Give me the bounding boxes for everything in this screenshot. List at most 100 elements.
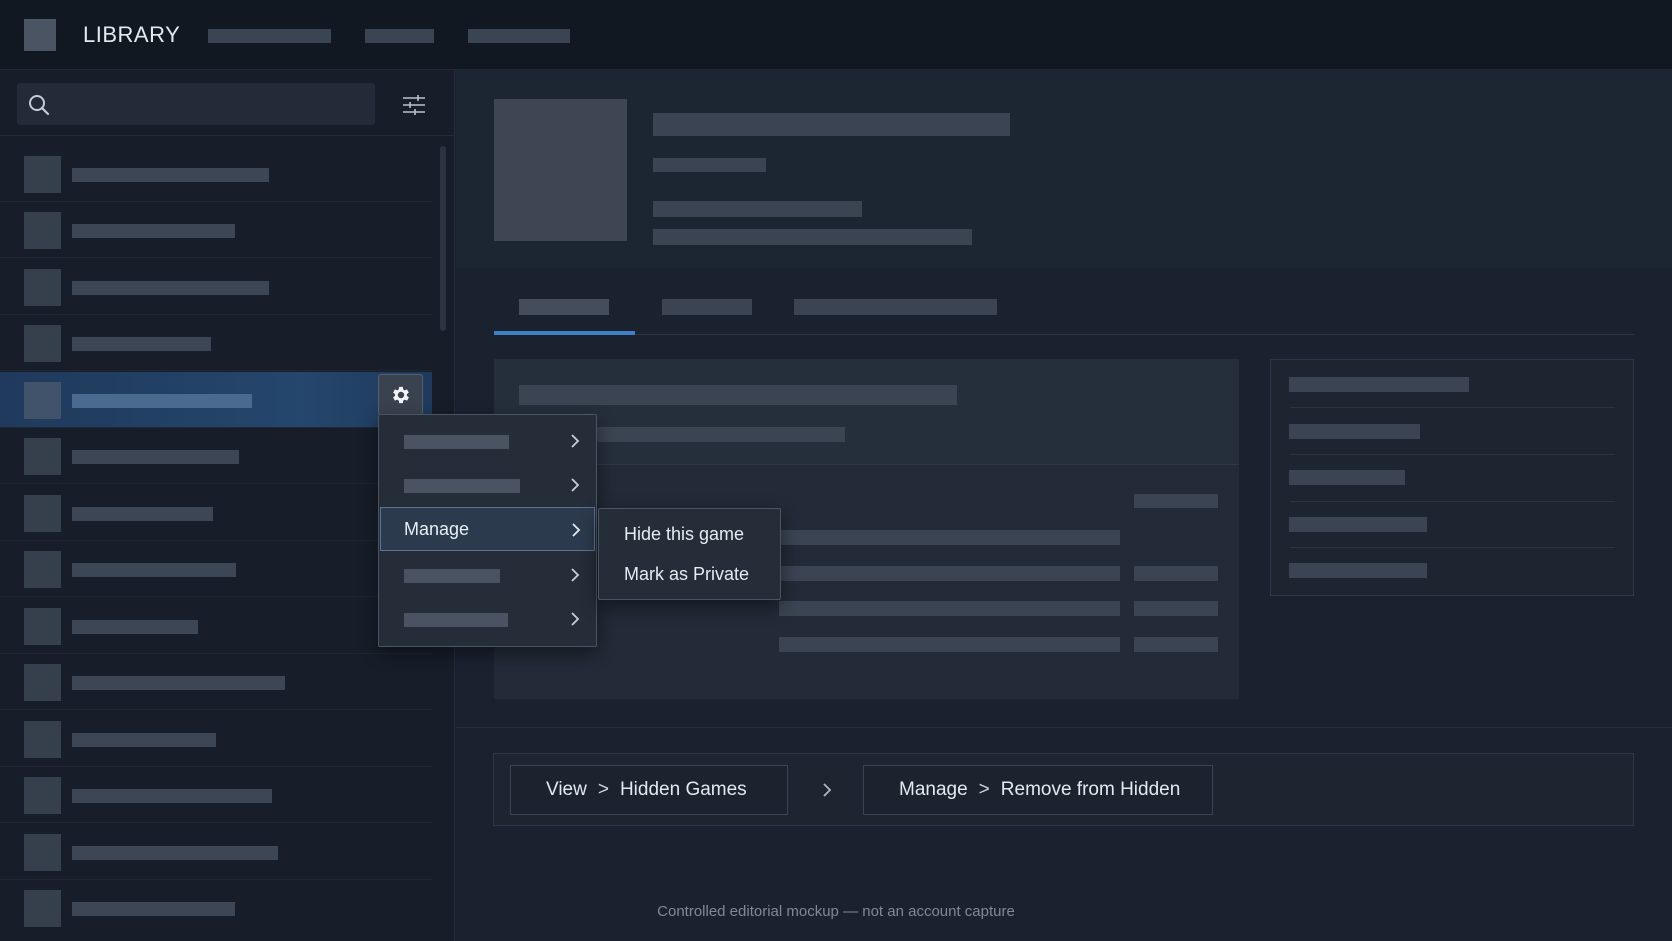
game-cover-image: [494, 99, 627, 241]
game-thumbnail: [24, 156, 61, 193]
filter-icon[interactable]: [401, 92, 427, 118]
panel-heading-placeholder: [519, 385, 957, 405]
game-meta-placeholder: [653, 158, 766, 172]
view-hidden-games-step[interactable]: View > Hidden Games: [510, 765, 788, 815]
menu-item-label: Manage: [404, 519, 470, 539]
game-title-placeholder: [72, 337, 211, 351]
disclaimer-caption: Controlled editorial mockup — not an acc…: [657, 903, 1015, 920]
side-row-placeholder: [1289, 517, 1427, 532]
game-row[interactable]: [0, 824, 432, 880]
context-menu-item-manage[interactable]: Manage: [380, 507, 595, 551]
game-thumbnail: [24, 777, 61, 814]
value-placeholder: [1134, 637, 1218, 652]
game-title-placeholder: [72, 846, 278, 860]
game-thumbnail: [24, 495, 61, 532]
search-icon: [29, 95, 50, 116]
breadcrumb-part: View: [546, 779, 587, 800]
game-row[interactable]: [0, 654, 432, 710]
game-title-placeholder: [653, 113, 1010, 136]
game-row[interactable]: [0, 767, 432, 823]
breadcrumb-part: Remove from Hidden: [1000, 779, 1181, 800]
chevron-right-icon: [823, 783, 832, 797]
tab[interactable]: [662, 299, 752, 315]
breadcrumb-separator: >: [597, 779, 609, 800]
mark-private-menu-item[interactable]: Mark as Private: [624, 564, 749, 585]
chevron-right-icon: [572, 523, 581, 537]
nav-item-placeholder[interactable]: [208, 29, 331, 43]
game-title-placeholder: [72, 224, 235, 238]
game-row[interactable]: [0, 259, 432, 315]
game-list: [0, 137, 432, 937]
value-placeholder: [1134, 494, 1218, 508]
menu-item-label-placeholder: [404, 613, 508, 627]
game-thumbnail: [24, 438, 61, 475]
game-title-placeholder: [72, 620, 198, 634]
chevron-right-icon: [571, 478, 580, 492]
game-row[interactable]: [0, 202, 432, 258]
game-header: [456, 70, 1672, 268]
game-title-placeholder: [72, 394, 252, 408]
side-row-placeholder: [1289, 470, 1405, 485]
chevron-right-icon: [571, 568, 580, 582]
divider: [1290, 454, 1615, 455]
game-title-placeholder: [72, 789, 272, 803]
content-panel-header: [494, 359, 1239, 465]
game-row[interactable]: [0, 146, 432, 202]
remove-from-hidden-step[interactable]: Manage > Remove from Hidden: [863, 765, 1213, 815]
context-menu-item[interactable]: [380, 553, 595, 597]
game-thumbnail: [24, 269, 61, 306]
game-title-placeholder: [72, 676, 285, 690]
game-settings-button[interactable]: [378, 374, 423, 415]
game-thumbnail: [24, 721, 61, 758]
game-meta-placeholder: [653, 229, 972, 245]
row-placeholder: [779, 601, 1120, 616]
game-thumbnail: [24, 382, 61, 419]
game-meta-placeholder: [653, 201, 862, 217]
context-menu-item[interactable]: [380, 597, 595, 641]
panel-subheading-placeholder: [597, 427, 845, 442]
menu-item-label-placeholder: [404, 479, 520, 493]
hide-game-menu-item[interactable]: Hide this game: [624, 524, 744, 545]
game-title-placeholder: [72, 733, 216, 747]
search-bar: [0, 70, 455, 136]
game-row[interactable]: [0, 541, 432, 597]
game-thumbnail: [24, 608, 61, 645]
nav-item-placeholder[interactable]: [365, 29, 434, 43]
row-placeholder: [779, 637, 1120, 652]
game-row-selected[interactable]: [0, 372, 432, 428]
game-context-menu: Manage: [378, 414, 597, 647]
game-row[interactable]: [0, 485, 432, 541]
game-title-placeholder: [72, 168, 269, 182]
divider: [1290, 407, 1615, 408]
nav-item-placeholder[interactable]: [468, 29, 570, 43]
game-row[interactable]: [0, 428, 432, 484]
tab-active-indicator: [494, 331, 635, 335]
sidebar-scrollbar[interactable]: [440, 146, 446, 331]
context-menu-item[interactable]: [380, 419, 595, 463]
library-title[interactable]: LIBRARY: [83, 22, 180, 48]
side-row-placeholder: [1289, 377, 1469, 392]
divider: [1290, 547, 1615, 548]
game-row[interactable]: [0, 711, 432, 767]
context-menu-item[interactable]: [380, 463, 595, 507]
side-row-placeholder: [1289, 563, 1427, 578]
search-input[interactable]: [17, 83, 375, 125]
row-placeholder: [779, 530, 1120, 545]
game-thumbnail: [24, 834, 61, 871]
value-placeholder: [1134, 601, 1218, 616]
game-thumbnail: [24, 325, 61, 362]
game-row[interactable]: [0, 598, 432, 654]
game-row[interactable]: [0, 315, 432, 371]
row-placeholder: [779, 566, 1120, 581]
game-thumbnail: [24, 212, 61, 249]
breadcrumb-part: Hidden Games: [619, 779, 747, 800]
divider: [456, 727, 1672, 728]
game-title-placeholder: [72, 281, 269, 295]
tab-active[interactable]: [519, 299, 609, 315]
menu-item-label-placeholder: [404, 569, 500, 583]
breadcrumb-separator: >: [978, 779, 990, 800]
game-thumbnail: [24, 551, 61, 588]
app-logo: [24, 19, 56, 51]
tab[interactable]: [794, 299, 997, 315]
breadcrumb-part: Manage: [899, 779, 968, 800]
